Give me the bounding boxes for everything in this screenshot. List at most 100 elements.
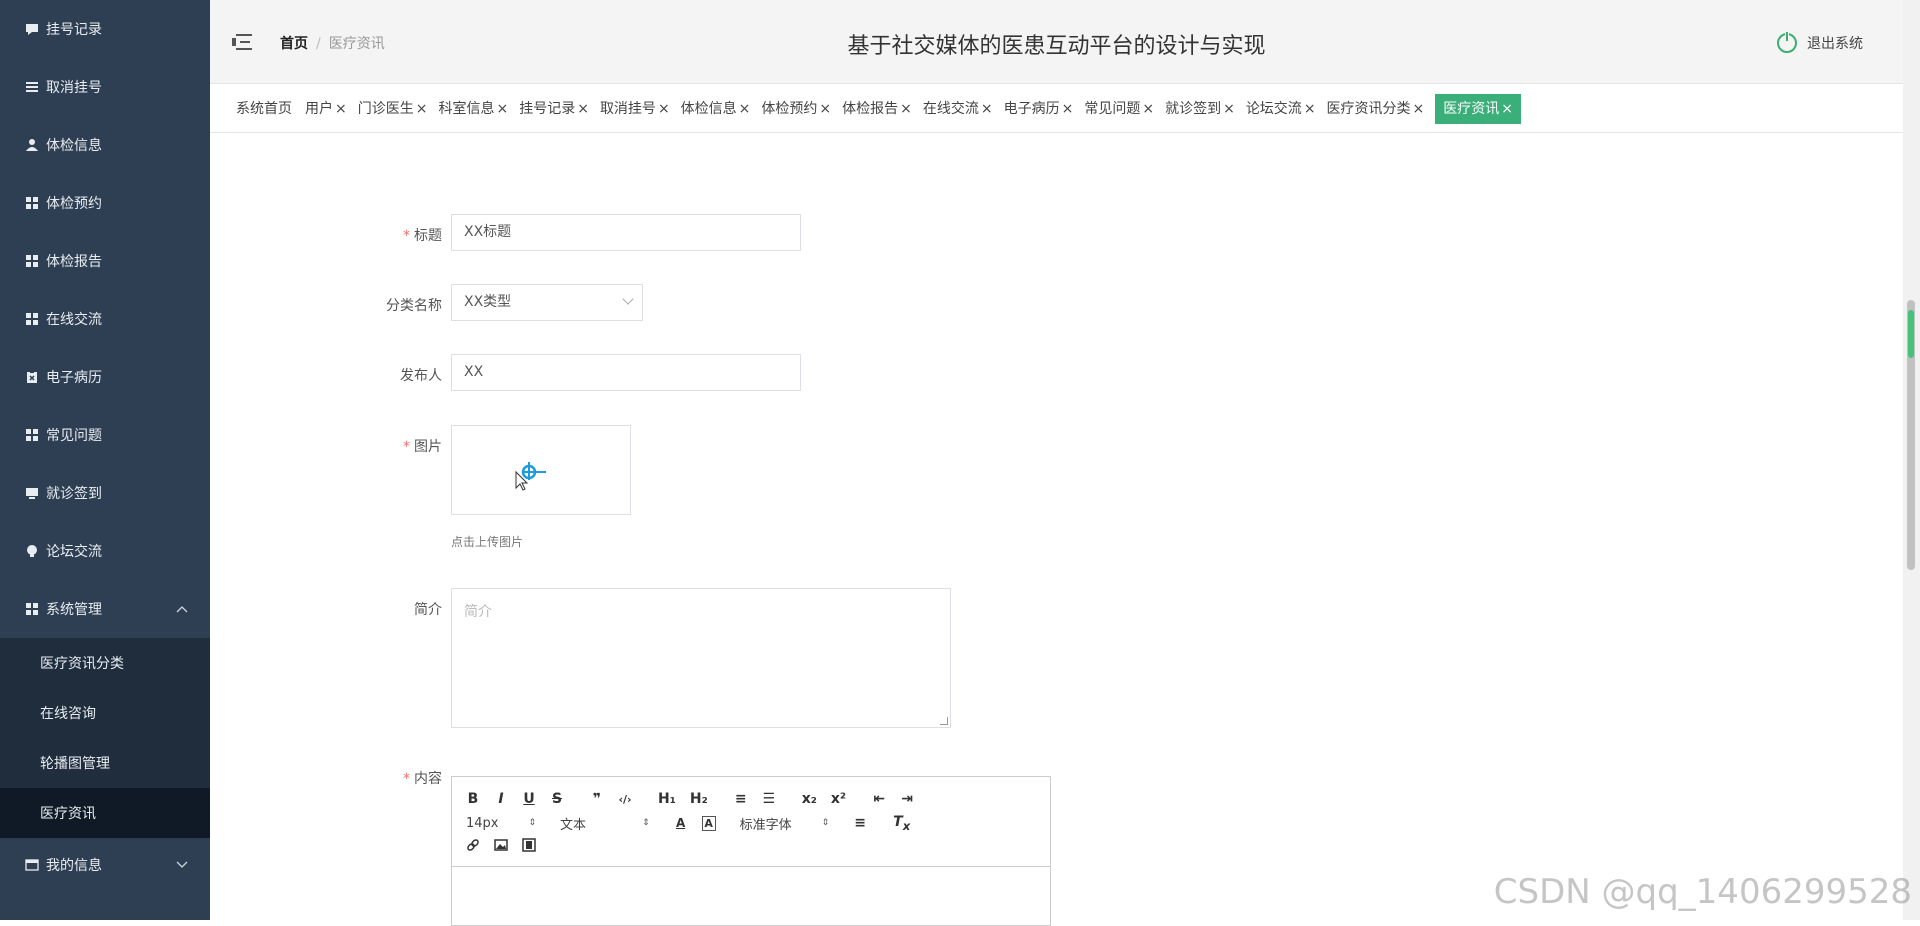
close-icon[interactable]: × [658,101,670,117]
background-color-icon[interactable]: A [702,816,716,831]
intro-textarea[interactable]: 简介 [451,588,951,728]
close-icon[interactable]: × [1142,101,1154,117]
tab-registration-records[interactable]: 挂号记录× [519,94,589,124]
close-icon[interactable]: × [496,101,508,117]
sidebar-item-forum[interactable]: 论坛交流 [0,522,210,580]
tab-medical-records[interactable]: 电子病历× [1004,94,1074,124]
sidebar-item-medical-records[interactable]: 电子病历 [0,348,210,406]
submenu-item-medical-news[interactable]: 医疗资讯 [0,788,210,838]
superscript-button[interactable]: x² [831,791,846,807]
system-submenu: 医疗资讯分类 在线咨询 轮播图管理 医疗资讯 [0,638,210,838]
sidebar-item-checkup-report[interactable]: 体检报告 [0,232,210,290]
close-icon[interactable]: × [1223,101,1235,117]
close-icon[interactable]: × [900,101,912,117]
subscript-button[interactable]: x₂ [802,791,817,807]
watermark: CSDN @qq_1406299528 [1494,872,1912,912]
tab-forum[interactable]: 论坛交流× [1246,94,1316,124]
sidebar-item-label: 在线交流 [46,309,102,329]
sidebar-item-online-chat[interactable]: 在线交流 [0,290,210,348]
submenu-item-label: 医疗资讯分类 [40,653,124,673]
close-icon[interactable]: × [1062,101,1074,117]
tab-checkup-report[interactable]: 体检报告× [842,94,912,124]
font-family-select[interactable]: 标准字体⇕ [740,814,830,833]
strike-button[interactable]: S [550,791,564,807]
code-button[interactable]: ‹/› [618,793,632,806]
submenu-item-label: 在线咨询 [40,703,96,723]
sidebar-item-label: 电子病历 [46,367,102,387]
close-icon[interactable]: × [739,101,751,117]
close-icon[interactable]: × [577,101,589,117]
submenu-item-carousel[interactable]: 轮播图管理 [0,738,210,788]
close-icon[interactable]: × [1304,101,1316,117]
tab-system-home[interactable]: 系统首页 [236,94,294,124]
sidebar-item-system-management[interactable]: 系统管理 [0,580,210,638]
link-icon[interactable] [466,838,480,856]
intro-label: 简介 [212,599,442,619]
submenu-item-label: 轮播图管理 [40,753,110,773]
sidebar-item-check-in[interactable]: 就诊签到 [0,464,210,522]
top-header: 首页/医疗资讯 基于社交媒体的医患互动平台的设计与实现 退出系统 [210,0,1903,84]
submenu-item-news-category[interactable]: 医疗资讯分类 [0,638,210,688]
tab-medical-news[interactable]: 医疗资讯× [1435,94,1521,124]
image-icon[interactable] [494,838,508,856]
tab-users[interactable]: 用户× [305,94,347,124]
logout-button[interactable]: 退出系统 [1777,33,1863,53]
block-type-select[interactable]: 文本⇕ [560,814,650,833]
italic-button[interactable]: I [494,791,508,807]
video-icon[interactable] [522,838,536,856]
close-icon[interactable]: × [1413,101,1425,117]
tab-departments[interactable]: 科室信息× [438,94,508,124]
indent-button[interactable]: ⇥ [900,791,914,807]
ordered-list-button[interactable]: ≡ [734,791,748,807]
font-color-icon[interactable]: A [674,816,688,830]
sidebar-item-faq[interactable]: 常见问题 [0,406,210,464]
submenu-item-online-consult[interactable]: 在线咨询 [0,688,210,738]
tab-checkup-info[interactable]: 体检信息× [681,94,751,124]
h2-button[interactable]: H₂ [690,791,708,807]
logout-label: 退出系统 [1807,33,1863,53]
image-upload[interactable] [451,425,631,515]
sidebar-item-my-info[interactable]: 我的信息 [0,838,210,892]
tab-doctors[interactable]: 门诊医生× [358,94,428,124]
sidebar-item-registration-records[interactable]: 挂号记录 [0,0,210,58]
sidebar-item-label: 论坛交流 [46,541,102,561]
grid-icon [24,253,40,269]
tab-cancel-registration[interactable]: 取消挂号× [600,94,670,124]
close-icon[interactable]: × [1501,101,1513,117]
sidebar: 挂号记录 取消挂号 体检信息 体检预约 体检报告 [0,0,210,920]
blockquote-button[interactable]: ❞ [590,791,604,807]
font-size-select[interactable]: 14px⇕ [466,816,536,831]
clear-format-icon[interactable]: Tx [893,814,910,833]
close-icon[interactable]: × [981,101,993,117]
sidebar-item-checkup-booking[interactable]: 体检预约 [0,174,210,232]
chevron-down-icon [176,858,188,872]
tab-faq[interactable]: 常见问题× [1084,94,1154,124]
title-input[interactable]: XX标题 [451,214,801,251]
close-icon[interactable]: × [819,101,831,117]
outdent-button[interactable]: ⇤ [872,791,886,807]
h1-button[interactable]: H₁ [658,791,676,807]
bullet-list-button[interactable]: ☰ [762,791,776,807]
underline-button[interactable]: U [522,791,536,807]
publisher-input[interactable]: XX [451,354,801,391]
close-icon[interactable]: × [335,101,347,117]
sidebar-item-label: 体检报告 [46,251,102,271]
tab-check-in[interactable]: 就诊签到× [1165,94,1235,124]
window-icon [24,857,40,873]
bulb-icon [24,543,40,559]
intro-placeholder: 简介 [464,604,492,620]
tab-checkup-booking[interactable]: 体检预约× [761,94,831,124]
tab-online-chat[interactable]: 在线交流× [923,94,993,124]
vertical-scrollbar[interactable] [1903,0,1920,920]
sidebar-item-checkup-info[interactable]: 体检信息 [0,116,210,174]
close-icon[interactable]: × [416,101,428,117]
tab-news-category[interactable]: 医疗资讯分类× [1327,94,1425,124]
bold-button[interactable]: B [466,791,480,807]
grid-icon [24,601,40,617]
category-label: 分类名称 [212,295,442,315]
align-icon[interactable]: ≡ [853,815,867,831]
category-select[interactable]: XX类型 [451,284,643,321]
sidebar-item-cancel-registration[interactable]: 取消挂号 [0,58,210,116]
resize-handle-icon[interactable] [940,717,948,725]
editor-toolbar: B I U S ❞ ‹/› H₁ H₂ ≡ ☰ x₂ x² ⇤ ⇥ 14px⇕ … [452,777,1050,867]
